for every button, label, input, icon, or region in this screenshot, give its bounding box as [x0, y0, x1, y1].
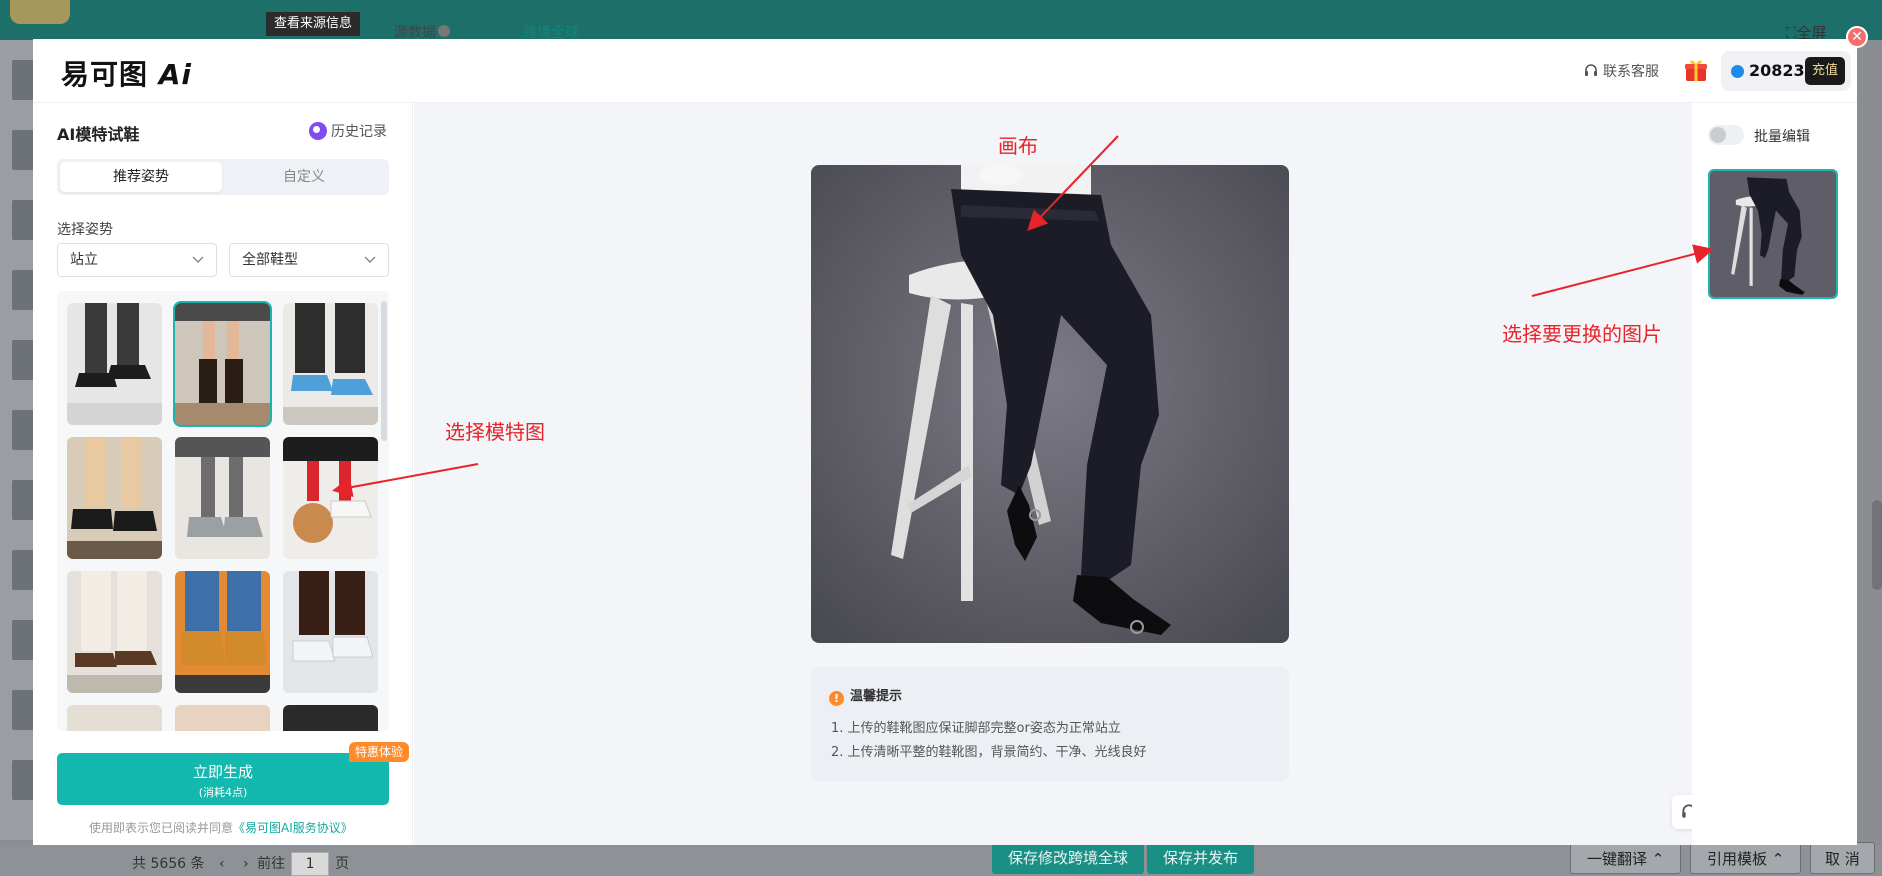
- page-number-input[interactable]: 1: [291, 852, 330, 876]
- batch-edit-label: 批量编辑: [1754, 129, 1810, 145]
- canvas-image[interactable]: [811, 165, 1289, 643]
- model-image-grid: [57, 291, 389, 731]
- ai-shoe-tryon-modal: 易可图 Ai 联系客服 20823 充值 AI模特试鞋 历史记录 推荐姿势 自定…: [33, 39, 1857, 845]
- translate-button[interactable]: 一键翻译 ⌃: [1570, 842, 1682, 874]
- prev-page-icon[interactable]: ‹: [219, 856, 225, 872]
- background-thumb: [12, 410, 34, 450]
- agreement-text: 使用即表示您已阅读并同意《易可图AI服务协议》: [89, 821, 353, 835]
- model-thumb-selected[interactable]: [173, 301, 272, 427]
- model-thumb[interactable]: [67, 303, 162, 425]
- recharge-button[interactable]: 充值: [1805, 57, 1845, 85]
- background-thumb: [12, 270, 34, 310]
- replace-image-thumb[interactable]: [1708, 169, 1838, 299]
- history-clock-icon: [309, 122, 327, 140]
- background-scrollbar[interactable]: [1872, 500, 1882, 590]
- promo-badge: 特惠体验: [349, 742, 410, 762]
- agreement-link[interactable]: 《易可图AI服务协议》: [233, 821, 353, 835]
- background-thumb: [12, 550, 34, 590]
- tab-custom[interactable]: 自定义: [223, 162, 385, 192]
- points-balance: 20823 充值: [1721, 51, 1851, 91]
- modal-close-icon[interactable]: ✕: [1846, 26, 1868, 48]
- contact-support-button[interactable]: 联系客服: [1583, 61, 1659, 81]
- background-thumb: [12, 690, 34, 730]
- annotation-select-replace: 选择要更换的图片: [1502, 322, 1662, 346]
- model-thumb[interactable]: [283, 437, 378, 559]
- batch-edit-toggle[interactable]: [1708, 125, 1744, 145]
- chevron-up-icon: ⌃: [1651, 850, 1665, 868]
- pose-select[interactable]: 站立: [57, 243, 217, 277]
- template-button[interactable]: 引用模板 ⌃: [1690, 842, 1802, 874]
- tips-title: ! 温馨提示: [829, 685, 902, 706]
- background-thumb: [12, 130, 34, 170]
- modal-header: 易可图 Ai 联系客服 20823 充值: [33, 39, 1857, 103]
- annotation-select-model: 选择模特图: [445, 420, 545, 444]
- annotation-canvas: 画布: [998, 134, 1038, 158]
- next-page-icon[interactable]: ›: [243, 856, 249, 872]
- model-thumb[interactable]: [283, 705, 378, 731]
- left-panel: AI模特试鞋 历史记录 推荐姿势 自定义 选择姿势 站立 全部鞋型 立即生成 (…: [33, 103, 413, 845]
- model-thumb[interactable]: [283, 571, 378, 693]
- save-cross-border-button[interactable]: 保存修改跨境全球: [992, 842, 1145, 874]
- background-thumb: [12, 200, 34, 240]
- grid-scrollbar[interactable]: [381, 301, 387, 441]
- source-info-tag[interactable]: 查看来源信息: [266, 12, 361, 36]
- brand-logo: 易可图 Ai: [61, 58, 193, 91]
- pose-mode-tabs: 推荐姿势 自定义: [57, 159, 389, 195]
- background-thumb: [12, 760, 34, 800]
- tip-line-1: 1. 上传的鞋靴图应保证脚部完整or姿态为正常站立: [831, 721, 1121, 736]
- save-publish-button[interactable]: 保存并发布: [1147, 842, 1255, 874]
- help-icon: [438, 25, 450, 37]
- background-product-list: [0, 40, 34, 840]
- chevron-down-icon: [364, 256, 376, 263]
- model-thumb[interactable]: [175, 705, 270, 731]
- model-thumb[interactable]: [67, 571, 162, 693]
- right-panel: 批量编辑: [1692, 103, 1857, 845]
- warning-icon: !: [829, 691, 844, 706]
- cancel-button[interactable]: 取 消: [1810, 842, 1875, 874]
- generate-button[interactable]: 立即生成 (消耗4点): [57, 753, 389, 805]
- tips-box: ! 温馨提示 1. 上传的鞋靴图应保证脚部完整or姿态为正常站立 2. 上传清晰平…: [811, 667, 1289, 781]
- headset-icon: [1585, 64, 1597, 76]
- background-thumb: [12, 340, 34, 380]
- chevron-up-icon: ⌃: [1771, 850, 1785, 868]
- background-thumb: [12, 620, 34, 660]
- tab-recommended-pose[interactable]: 推荐姿势: [60, 162, 222, 192]
- gift-icon[interactable]: [1683, 57, 1709, 83]
- background-thumb: [12, 60, 34, 100]
- model-thumb[interactable]: [283, 303, 378, 425]
- canvas-area: ! 温馨提示 1. 上传的鞋靴图应保证脚部完整or姿态为正常站立 2. 上传清晰平…: [414, 103, 1706, 845]
- tip-line-2: 2. 上传清晰平整的鞋靴图，背景简约、干净、光线良好: [831, 745, 1147, 760]
- chevron-down-icon: [192, 256, 204, 263]
- points-coin-icon: [1731, 65, 1744, 78]
- history-button[interactable]: 历史记录: [309, 121, 387, 141]
- shoe-type-select[interactable]: 全部鞋型: [229, 243, 389, 277]
- pose-label: 选择姿势: [57, 222, 113, 238]
- model-thumb[interactable]: [175, 571, 270, 693]
- background-thumb: [12, 480, 34, 520]
- pagination: 共 5656 条 ‹ › 前往 1 页: [132, 852, 349, 876]
- background-logo: [10, 0, 70, 24]
- model-thumb[interactable]: [175, 437, 270, 559]
- model-thumb[interactable]: [67, 437, 162, 559]
- panel-title: AI模特试鞋: [57, 125, 140, 144]
- model-thumb[interactable]: [67, 705, 162, 731]
